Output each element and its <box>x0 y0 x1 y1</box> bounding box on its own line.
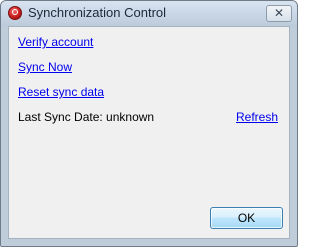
sync-now-link[interactable]: Sync Now <box>18 60 72 74</box>
reset-sync-data-link[interactable]: Reset sync data <box>18 85 104 99</box>
close-icon: ✕ <box>273 6 285 20</box>
verify-account-link[interactable]: Verify account <box>18 35 93 49</box>
sync-control-window: Synchronization Control ✕ Verify account… <box>0 0 298 247</box>
refresh-link[interactable]: Refresh <box>236 110 278 124</box>
dialog-body: Verify account Sync Now Reset sync data … <box>8 26 290 239</box>
close-button[interactable]: ✕ <box>266 5 292 22</box>
window-title: Synchronization Control <box>28 5 167 20</box>
sync-app-icon <box>8 6 22 20</box>
last-sync-date-label: Last Sync Date: unknown <box>18 110 155 124</box>
title-bar[interactable]: Synchronization Control ✕ <box>1 1 297 26</box>
ok-button[interactable]: OK <box>210 207 283 229</box>
